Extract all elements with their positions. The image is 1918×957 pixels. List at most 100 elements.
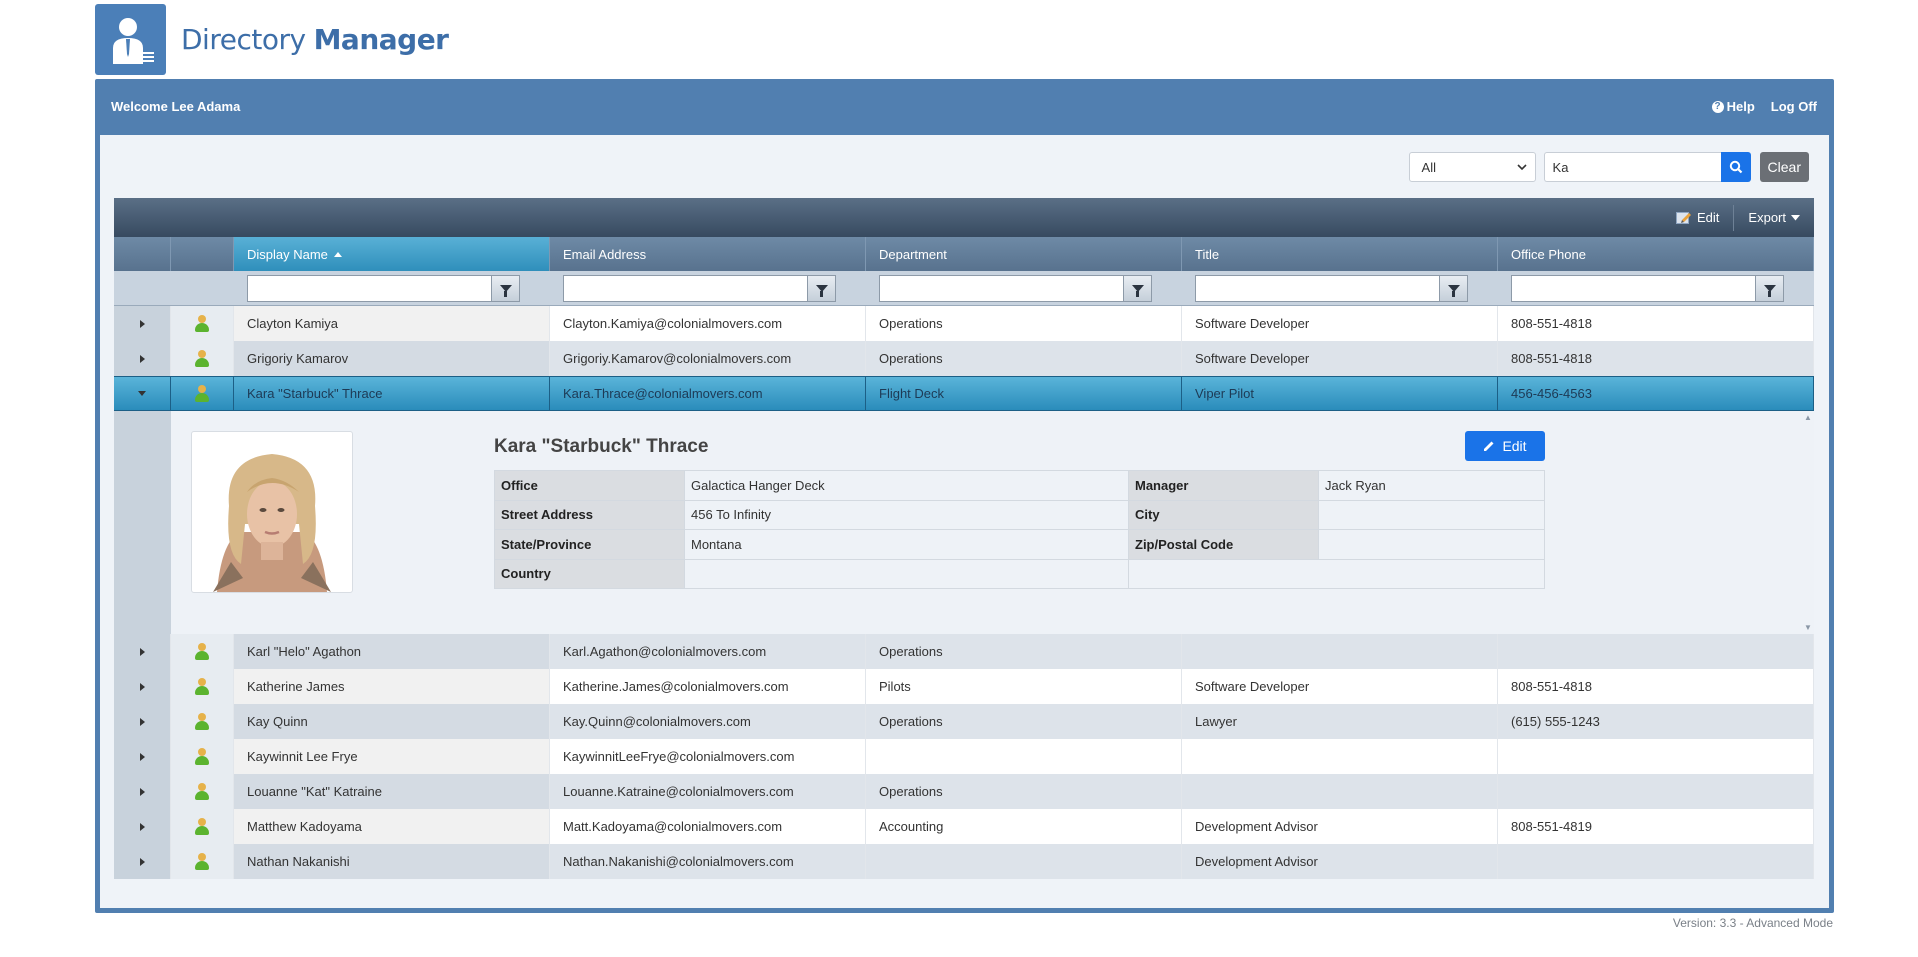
scope-select[interactable]: All (1408, 152, 1536, 182)
cell-phone: (615) 555-1243 (1498, 704, 1814, 739)
search-input[interactable]: Ka (1543, 152, 1721, 182)
welcome-text: Welcome Lee Adama (111, 99, 241, 114)
filter-input-phone[interactable] (1511, 274, 1756, 302)
table-row[interactable]: Karl "Helo" Agathon Karl.Agathon@colonia… (114, 634, 1814, 669)
chevron-down-icon (1516, 163, 1527, 170)
cell-department (866, 844, 1182, 879)
logoff-link[interactable]: Log Off (1771, 99, 1817, 114)
table-row[interactable]: Kay Quinn Kay.Quinn@colonialmovers.com O… (114, 704, 1814, 739)
expand-arrow-icon (139, 857, 145, 866)
city-value (1318, 499, 1545, 530)
cell-email: Kara.Thrace@colonialmovers.com (550, 377, 866, 410)
expand-arrow-icon (139, 717, 145, 726)
filter-button-display-name[interactable] (492, 274, 520, 302)
table-row[interactable]: Louanne "Kat" Katraine Louanne.Katraine@… (114, 774, 1814, 809)
grid-toolbar: Edit Export (114, 198, 1814, 237)
detail-panel: Kara "Starbuck" Thrace Edit Office Galac… (114, 411, 1814, 634)
expand-row-button[interactable] (114, 669, 171, 704)
expand-row-button[interactable] (114, 341, 171, 376)
cell-display-name: Matthew Kadoyama (234, 809, 550, 844)
table-row[interactable]: Nathan Nakanishi Nathan.Nakanishi@coloni… (114, 844, 1814, 879)
expand-row-button[interactable] (114, 774, 171, 809)
filter-input-department[interactable] (879, 274, 1124, 302)
cell-phone (1498, 774, 1814, 809)
clear-button[interactable]: Clear (1759, 152, 1809, 182)
expand-arrow-icon (139, 822, 145, 831)
search-button[interactable] (1720, 152, 1751, 182)
empty-cell (1128, 558, 1545, 589)
cell-title: Software Developer (1182, 341, 1498, 376)
cell-title: Software Developer (1182, 669, 1498, 704)
question-circle-icon: ? (1711, 100, 1724, 113)
export-menu-button[interactable]: Export (1734, 198, 1814, 237)
sort-ascending-icon (333, 251, 342, 257)
expand-row-button[interactable] (114, 739, 171, 774)
filter-input-display-name[interactable] (247, 274, 492, 302)
column-header-title[interactable]: Title (1182, 237, 1498, 271)
table-row[interactable]: Kaywinnit Lee Frye KaywinnitLeeFrye@colo… (114, 739, 1814, 774)
cell-display-name: Karl "Helo" Agathon (234, 634, 550, 669)
pencil-icon (1484, 441, 1494, 451)
collapse-row-button[interactable] (114, 377, 171, 410)
country-label: Country (494, 558, 685, 589)
table-row[interactable]: Clayton Kamiya Clayton.Kamiya@colonialmo… (114, 306, 1814, 341)
cell-email: Karl.Agathon@colonialmovers.com (550, 634, 866, 669)
cell-title: Software Developer (1182, 306, 1498, 341)
cell-display-name: Kaywinnit Lee Frye (234, 739, 550, 774)
cell-email: KaywinnitLeeFrye@colonialmovers.com (550, 739, 866, 774)
cell-display-name: Grigoriy Kamarov (234, 341, 550, 376)
cell-email: Matt.Kadoyama@colonialmovers.com (550, 809, 866, 844)
filter-button-email[interactable] (808, 274, 836, 302)
cell-phone: 808-551-4818 (1498, 341, 1814, 376)
user-icon (171, 704, 234, 739)
cell-department: Pilots (866, 669, 1182, 704)
cell-email: Louanne.Katraine@colonialmovers.com (550, 774, 866, 809)
user-icon (171, 774, 234, 809)
user-icon (171, 306, 234, 341)
expand-row-button[interactable] (114, 306, 171, 341)
cell-title: Development Advisor (1182, 844, 1498, 879)
detail-edit-button[interactable]: Edit (1465, 431, 1545, 461)
table-row[interactable]: Katherine James Katherine.James@colonial… (114, 669, 1814, 704)
table-row-selected[interactable]: Kara "Starbuck" Thrace Kara.Thrace@colon… (114, 376, 1814, 411)
cell-email: Grigoriy.Kamarov@colonialmovers.com (550, 341, 866, 376)
cell-department: Operations (866, 306, 1182, 341)
office-value: Galactica Hanger Deck (684, 470, 1129, 501)
detail-scrollbar[interactable]: ▲ ▼ (1804, 413, 1812, 632)
table-row[interactable]: Matthew Kadoyama Matt.Kadoyama@colonialm… (114, 809, 1814, 844)
manager-label: Manager (1128, 470, 1319, 501)
search-icon (1729, 160, 1742, 174)
scroll-down-icon[interactable]: ▼ (1804, 623, 1812, 632)
column-header-display-name[interactable]: Display Name (234, 237, 550, 271)
cell-email: Katherine.James@colonialmovers.com (550, 669, 866, 704)
expand-row-button[interactable] (114, 634, 171, 669)
help-link[interactable]: ? Help (1711, 99, 1755, 114)
cell-department: Operations (866, 341, 1182, 376)
user-icon (171, 809, 234, 844)
filter-button-phone[interactable] (1756, 274, 1784, 302)
detail-edit-label: Edit (1502, 438, 1527, 454)
filter-button-department[interactable] (1124, 274, 1152, 302)
funnel-icon (1763, 284, 1776, 297)
expand-row-button[interactable] (114, 809, 171, 844)
filter-button-title[interactable] (1440, 274, 1468, 302)
office-label: Office (494, 470, 685, 501)
cell-display-name: Katherine James (234, 669, 550, 704)
column-header-department[interactable]: Department (866, 237, 1182, 271)
column-header-email[interactable]: Email Address (550, 237, 866, 271)
toolbar-edit-button[interactable]: Edit (1662, 198, 1733, 237)
expand-row-button[interactable] (114, 844, 171, 879)
street-value: 456 To Infinity (684, 499, 1129, 530)
table-row[interactable]: Grigoriy Kamarov Grigoriy.Kamarov@coloni… (114, 341, 1814, 376)
cell-display-name: Kay Quinn (234, 704, 550, 739)
scope-value: All (1421, 159, 1436, 175)
filter-input-title[interactable] (1195, 274, 1440, 302)
column-header-phone[interactable]: Office Phone (1498, 237, 1814, 271)
expand-arrow-icon (139, 319, 145, 328)
scroll-up-icon[interactable]: ▲ (1804, 413, 1812, 422)
edit-doc-icon (1676, 212, 1692, 224)
user-directory-icon (95, 3, 166, 75)
filter-input-email[interactable] (563, 274, 808, 302)
expand-row-button[interactable] (114, 704, 171, 739)
cell-phone: 808-551-4818 (1498, 306, 1814, 341)
